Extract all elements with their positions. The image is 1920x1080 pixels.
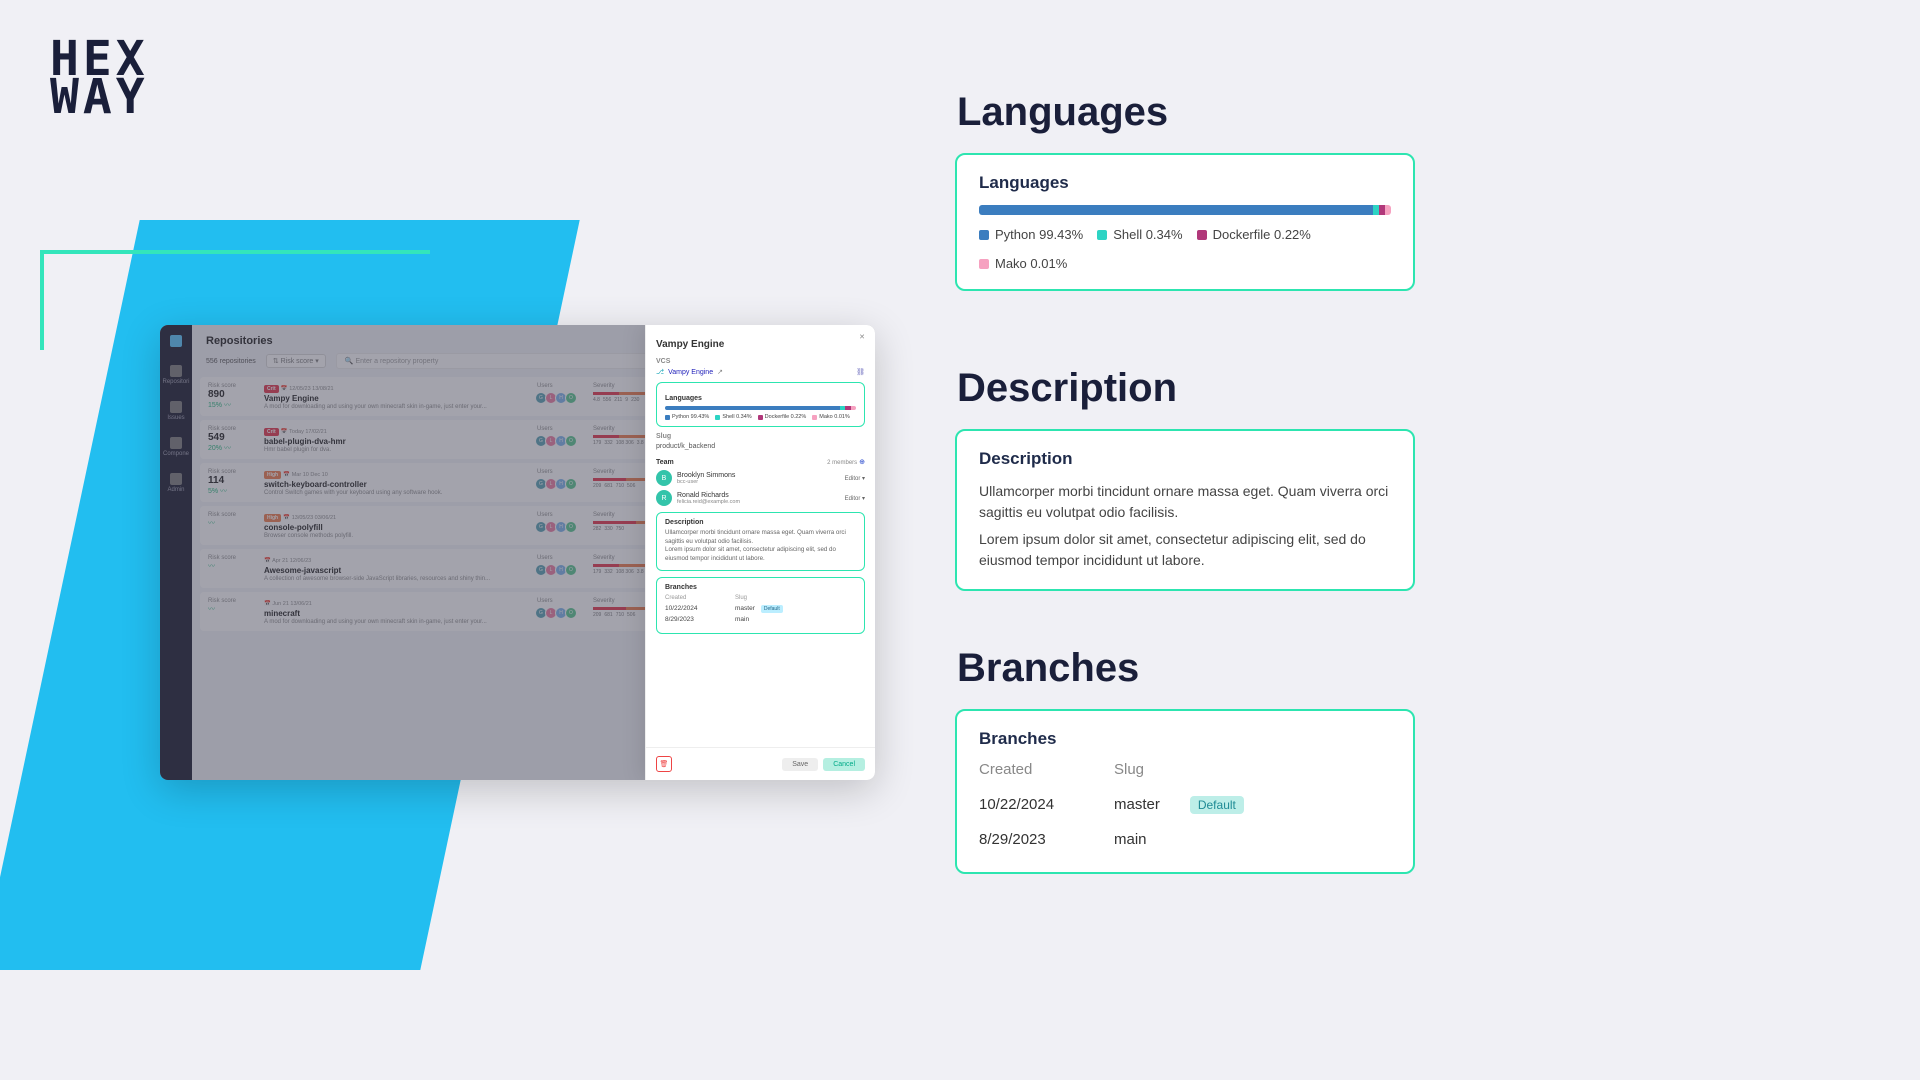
- drawer-footer: 🗑 Save Cancel: [646, 747, 875, 780]
- right-column: Languages Languages Python 99.43% Shell 0…: [955, 60, 1415, 874]
- nav-components[interactable]: Compone: [162, 433, 190, 461]
- vcs-label: VCS: [656, 358, 865, 365]
- card-branches: Branches Created Slug 10/22/2024masterDe…: [955, 709, 1415, 874]
- branch-head: CreatedSlug: [665, 595, 856, 601]
- app-screenshot: Repositori Issues Compone Admin Reposito…: [160, 325, 875, 780]
- drawer-description-card: Description Ullamcorper morbi tincidunt …: [656, 512, 865, 571]
- branch-row: 8/29/2023main: [979, 831, 1391, 848]
- drawer-desc-p1: Ullamcorper morbi tincidunt ornare massa…: [665, 529, 856, 546]
- external-link-icon: ↗: [717, 368, 723, 376]
- sort-dropdown[interactable]: ⇅ Risk score ▾: [266, 354, 326, 368]
- nav-logo[interactable]: [162, 331, 190, 353]
- save-button[interactable]: Save: [782, 758, 818, 771]
- card-branch-head: Created Slug: [979, 761, 1391, 778]
- drawer-lang-bar: [665, 406, 856, 410]
- card-languages-title: Languages: [979, 173, 1391, 193]
- drawer-branch-title: Branches: [665, 584, 856, 591]
- logo-line2: WAY: [50, 78, 149, 116]
- heading-branches: Branches: [957, 646, 1415, 691]
- team-members: BBrooklyn Simmonsbcc-userEditor ▾ RRonald…: [656, 470, 865, 506]
- card-desc-p1: Ullamcorper morbi tincidunt ornare massa…: [979, 481, 1391, 523]
- drawer-lang-legend: Python 99.43% Shell 0.34% Dockerfile 0.22%…: [665, 414, 856, 420]
- card-description: Description Ullamcorper morbi tincidunt …: [955, 429, 1415, 591]
- branch-row: 10/22/2024masterDefault: [979, 796, 1391, 813]
- hexway-logo: HEX WAY: [50, 40, 149, 117]
- card-branch-rows: 10/22/2024masterDefault 8/29/2023main: [979, 796, 1391, 848]
- nav-admin[interactable]: Admin: [162, 469, 190, 497]
- repo-count: 556 repositories: [206, 358, 256, 365]
- decorative-accent-v: [40, 250, 44, 350]
- repo-drawer: ✕ Vampy Engine VCS ⎇ Vampy Engine ↗⛓ Lan…: [645, 325, 875, 780]
- card-desc-p2: Lorem ipsum dolor sit amet, consectetur …: [979, 529, 1391, 571]
- drawer-lang-title: Languages: [665, 395, 856, 402]
- legend-item: Mako 0.01%: [812, 414, 850, 420]
- card-branch-title: Branches: [979, 729, 1391, 749]
- heading-languages: Languages: [957, 90, 1415, 135]
- add-member-button[interactable]: ⊕: [859, 459, 865, 466]
- slug-value: product/k_backend: [656, 443, 865, 450]
- drawer-desc-p2: Lorem ipsum dolor sit amet, consectetur …: [665, 546, 856, 563]
- nav-issues[interactable]: Issues: [162, 397, 190, 425]
- team-member: RRonald Richardsfelicia.reid@example.com…: [656, 490, 865, 506]
- drawer-languages-card: Languages Python 99.43% Shell 0.34% Docker…: [656, 382, 865, 427]
- drawer-title: Vampy Engine: [656, 339, 865, 350]
- heading-description: Description: [957, 366, 1415, 411]
- nav-repositories[interactable]: Repositori: [162, 361, 190, 389]
- legend-item: Dockerfile 0.22%: [758, 414, 807, 420]
- team-label: Team: [656, 459, 674, 466]
- card-lang-legend: Python 99.43% Shell 0.34% Dockerfile 0.22%…: [979, 227, 1391, 271]
- branch-rows: 10/22/2024masterDefault 8/29/2023main: [665, 605, 856, 623]
- legend-item: Mako 0.01%: [979, 256, 1067, 271]
- legend-item: Shell 0.34%: [715, 414, 751, 420]
- legend-item: Python 99.43%: [979, 227, 1083, 242]
- legend-item: Python 99.43%: [665, 414, 709, 420]
- slug-label: Slug: [656, 433, 865, 440]
- unlink-icon[interactable]: ⛓: [856, 368, 865, 376]
- team-member: BBrooklyn Simmonsbcc-userEditor ▾: [656, 470, 865, 486]
- card-desc-title: Description: [979, 449, 1391, 469]
- cancel-button[interactable]: Cancel: [823, 758, 865, 771]
- close-icon[interactable]: ✕: [859, 333, 865, 341]
- delete-button[interactable]: 🗑: [656, 756, 672, 772]
- card-lang-bar: [979, 205, 1391, 215]
- legend-item: Dockerfile 0.22%: [1197, 227, 1311, 242]
- drawer-desc-title: Description: [665, 519, 856, 526]
- vcs-link[interactable]: ⎇ Vampy Engine ↗⛓: [656, 368, 865, 376]
- legend-item: Shell 0.34%: [1097, 227, 1182, 242]
- branch-row: 10/22/2024masterDefault: [665, 605, 856, 612]
- card-languages: Languages Python 99.43% Shell 0.34% Docker…: [955, 153, 1415, 291]
- sidebar-nav: Repositori Issues Compone Admin: [160, 325, 192, 780]
- branch-row: 8/29/2023main: [665, 616, 856, 623]
- drawer-branches-card: Branches CreatedSlug 10/22/2024masterDef…: [656, 577, 865, 634]
- decorative-accent-h: [40, 250, 430, 254]
- team-count: 2 members: [827, 460, 857, 466]
